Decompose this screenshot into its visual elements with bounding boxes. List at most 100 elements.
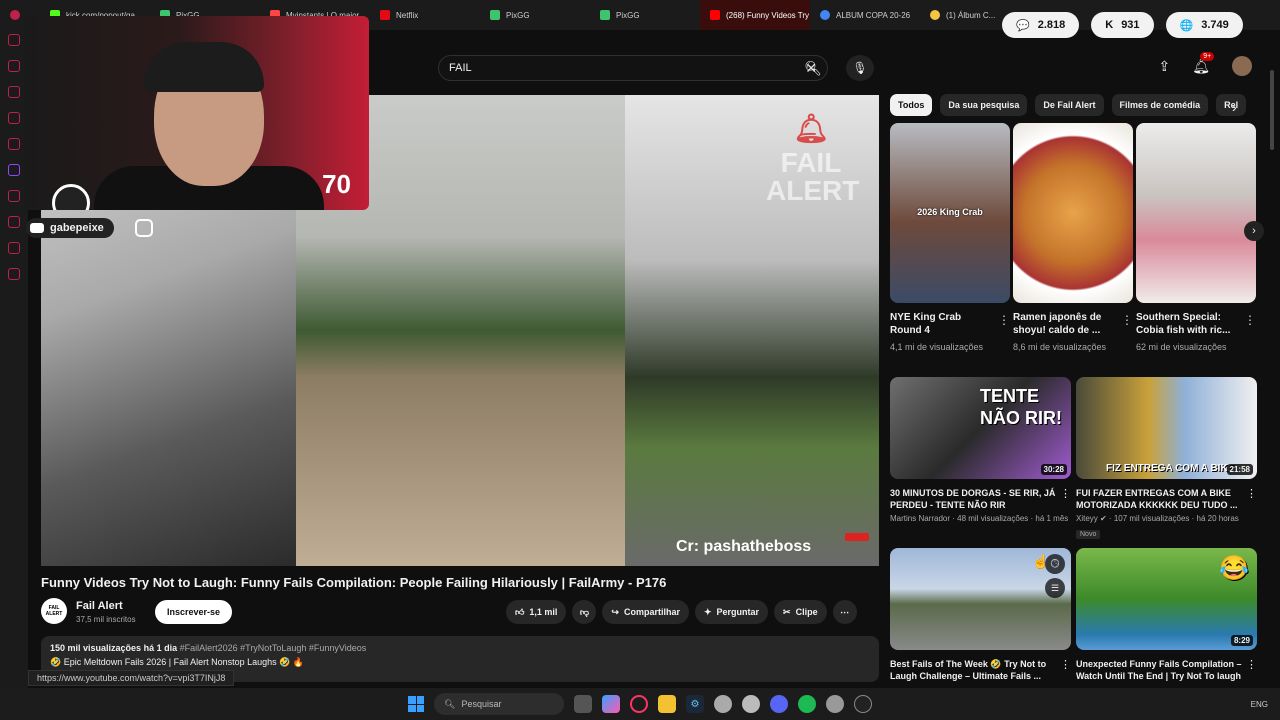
search-input[interactable]: FAIL ✕ bbox=[438, 55, 828, 81]
sidebar-app-icon[interactable] bbox=[8, 190, 20, 202]
opera-gx-icon[interactable] bbox=[630, 695, 648, 713]
subscriber-count: 37,5 mil inscritos bbox=[76, 615, 136, 624]
short-title[interactable]: NYE King Crab Round 4 bbox=[890, 311, 994, 337]
video-duration: 30:28 bbox=[1040, 464, 1067, 475]
dislike-button[interactable]: 👎︎ bbox=[572, 600, 597, 624]
short-views: 4,1 mi de visualizações bbox=[890, 342, 984, 352]
short-title[interactable]: Southern Special: Cobia fish with ric... bbox=[1136, 311, 1240, 337]
short-item[interactable]: 2026 King Crab NYE King Crab Round 4 4,1… bbox=[890, 123, 1010, 352]
ask-button[interactable]: ✦ Perguntar bbox=[694, 600, 769, 624]
streamer-handle-badge: gabepeixe bbox=[26, 218, 114, 238]
more-actions-button[interactable]: ⋯ bbox=[832, 600, 857, 624]
clock-icon[interactable] bbox=[8, 216, 20, 228]
app-icon[interactable] bbox=[742, 695, 760, 713]
video-thumbnail[interactable]: 😂 8:29 bbox=[1076, 548, 1257, 650]
tab-label: (268) Funny Videos Try N bbox=[726, 10, 810, 20]
more-options-icon[interactable]: ⋮ bbox=[1246, 658, 1257, 671]
chip-all[interactable]: Todos bbox=[890, 94, 933, 116]
copilot-icon[interactable] bbox=[602, 695, 620, 713]
channel-name[interactable]: Fail Alert bbox=[76, 600, 123, 612]
scrollbar-thumb[interactable] bbox=[1270, 70, 1274, 150]
more-options-icon[interactable]: ⋮ bbox=[1246, 487, 1257, 500]
header-actions: ⇪ 🔔︎ 9+ bbox=[1158, 51, 1252, 76]
video-actions: 👍︎ 1,1 mil 👎︎ ↪ Compartilhar ✦ Perguntar ✂ C… bbox=[506, 600, 857, 624]
spotify-icon[interactable] bbox=[798, 695, 816, 713]
twitch-icon[interactable] bbox=[8, 164, 20, 176]
description-meta: 150 mil visualizações há 1 dia #FailAler… bbox=[50, 643, 870, 653]
upload-icon[interactable]: ⇪ bbox=[1158, 58, 1170, 75]
short-item[interactable]: Ramen japonês de shoyu! caldo de ... 8,6… bbox=[1013, 123, 1133, 352]
kick-stat: K 931 bbox=[1091, 12, 1154, 38]
steam-icon[interactable]: ⚙ bbox=[686, 695, 704, 713]
video-title[interactable]: FUI FAZER ENTREGAS COM A BIKE MOTORIZADA… bbox=[1076, 487, 1244, 511]
browser-tab[interactable]: ALBUM COPA 20-26 bbox=[810, 0, 920, 30]
kick-icon: K bbox=[1105, 19, 1114, 31]
search-icon: 🔍︎ bbox=[444, 698, 456, 709]
globe-icon: 🌐 bbox=[1179, 19, 1194, 32]
chip-from-channel[interactable]: De Fail Alert bbox=[1035, 94, 1104, 116]
more-options-icon[interactable]: ⋮ bbox=[1121, 313, 1133, 327]
app-icon[interactable] bbox=[714, 695, 732, 713]
video-title: Funny Videos Try Not to Laugh: Funny Fai… bbox=[41, 575, 667, 590]
page-scrollbar[interactable] bbox=[1269, 60, 1275, 680]
sidebar-app-icon[interactable] bbox=[8, 138, 20, 150]
sidebar-app-icon[interactable] bbox=[8, 86, 20, 98]
recommended-video[interactable]: FIZ ENTREGA COM A BIKE 21:58 FUI FAZER E… bbox=[1076, 377, 1257, 541]
video-meta: Xiteyy ✔ · 107 mil visualizações · há 20… bbox=[1076, 514, 1239, 523]
search-icon[interactable]: 🔍︎ bbox=[798, 55, 828, 81]
sidebar-app-icon[interactable] bbox=[8, 112, 20, 124]
browser-tab-active[interactable]: (268) Funny Videos Try N bbox=[700, 0, 810, 30]
chip-comedy-movies[interactable]: Filmes de comédia bbox=[1111, 94, 1209, 116]
microphone-icon[interactable]: 🎙︎ bbox=[846, 55, 874, 81]
taskbar-search[interactable]: 🔍︎ Pesquisar bbox=[434, 693, 564, 715]
sidebar-app-icon[interactable] bbox=[8, 242, 20, 254]
ask-label: Perguntar bbox=[716, 607, 760, 617]
windows-start-icon[interactable] bbox=[408, 696, 424, 712]
browser-tab[interactable]: PixGG bbox=[480, 0, 590, 30]
description-text: 🤣 Epic Meltdown Fails 2026 | Fail Alert … bbox=[50, 657, 305, 667]
recommended-video[interactable]: TENTE NÃO RIR! 30:28 30 MINUTOS DE DORGA… bbox=[890, 377, 1071, 523]
short-thumbnail[interactable] bbox=[1013, 123, 1133, 303]
recommended-video[interactable]: 😂 8:29 Unexpected Funny Fails Compilatio… bbox=[1076, 548, 1257, 682]
more-options-icon[interactable]: ⋮ bbox=[998, 313, 1010, 327]
short-thumbnail[interactable]: 2026 King Crab bbox=[890, 123, 1010, 303]
add-to-queue-icon[interactable]: ☰ bbox=[1045, 578, 1065, 598]
browser-tab[interactable]: Netflix bbox=[370, 0, 480, 30]
file-explorer-icon[interactable] bbox=[658, 695, 676, 713]
app-icon[interactable] bbox=[826, 695, 844, 713]
short-thumbnail[interactable] bbox=[1136, 123, 1256, 303]
filter-chips: Todos Da sua pesquisa De Fail Alert Film… bbox=[890, 94, 1260, 116]
notifications-icon[interactable]: 🔔︎ 9+ bbox=[1192, 51, 1215, 75]
share-button[interactable]: ↪ Compartilhar bbox=[602, 600, 689, 624]
short-item[interactable]: Southern Special: Cobia fish with ric...… bbox=[1136, 123, 1256, 352]
browser-tab[interactable]: PixGG bbox=[590, 0, 700, 30]
video-title[interactable]: 30 MINUTOS DE DORGAS - SE RIR, JÁ PERDEU… bbox=[890, 487, 1058, 511]
video-title[interactable]: Unexpected Funny Fails Compilation – Wat… bbox=[1076, 658, 1244, 682]
obs-icon[interactable] bbox=[854, 695, 872, 713]
viewers-count: 3.749 bbox=[1201, 19, 1229, 31]
short-title[interactable]: Ramen japonês de shoyu! caldo de ... bbox=[1013, 311, 1117, 337]
video-title[interactable]: Best Fails of The Week 🤣 Try Not to Laug… bbox=[890, 658, 1058, 682]
subscribe-watermark-icon bbox=[845, 533, 869, 541]
clip-button[interactable]: ✂ Clipe bbox=[774, 600, 827, 624]
more-options-icon[interactable]: ⋮ bbox=[1060, 487, 1071, 500]
settings-icon[interactable] bbox=[8, 268, 20, 280]
reload-icon[interactable] bbox=[8, 34, 20, 46]
mouse-cursor-icon: ☝ bbox=[1032, 553, 1050, 569]
subscribe-button[interactable]: Inscrever-se bbox=[155, 600, 233, 624]
more-options-icon[interactable]: ⋮ bbox=[1060, 658, 1071, 671]
chevron-right-icon[interactable]: › bbox=[1244, 221, 1264, 241]
hashtags[interactable]: #FailAlert2026 #TryNotToLaugh #FunnyVide… bbox=[180, 643, 367, 653]
sidebar-app-icon[interactable] bbox=[8, 60, 20, 72]
discord-icon[interactable] bbox=[770, 695, 788, 713]
more-options-icon[interactable]: ⋮ bbox=[1244, 313, 1256, 327]
chevron-right-icon[interactable]: › bbox=[1232, 99, 1237, 115]
video-thumbnail[interactable]: TENTE NÃO RIR! 30:28 bbox=[890, 377, 1071, 479]
language-indicator[interactable]: ENG bbox=[1251, 700, 1268, 709]
chip-from-search[interactable]: Da sua pesquisa bbox=[940, 94, 1028, 116]
like-button[interactable]: 👍︎ 1,1 mil bbox=[506, 600, 567, 624]
channel-avatar[interactable]: FAIL ALERT bbox=[41, 598, 67, 624]
account-avatar[interactable] bbox=[1232, 56, 1252, 76]
video-thumbnail[interactable]: FIZ ENTREGA COM A BIKE 21:58 bbox=[1076, 377, 1257, 479]
task-view-icon[interactable] bbox=[574, 695, 592, 713]
